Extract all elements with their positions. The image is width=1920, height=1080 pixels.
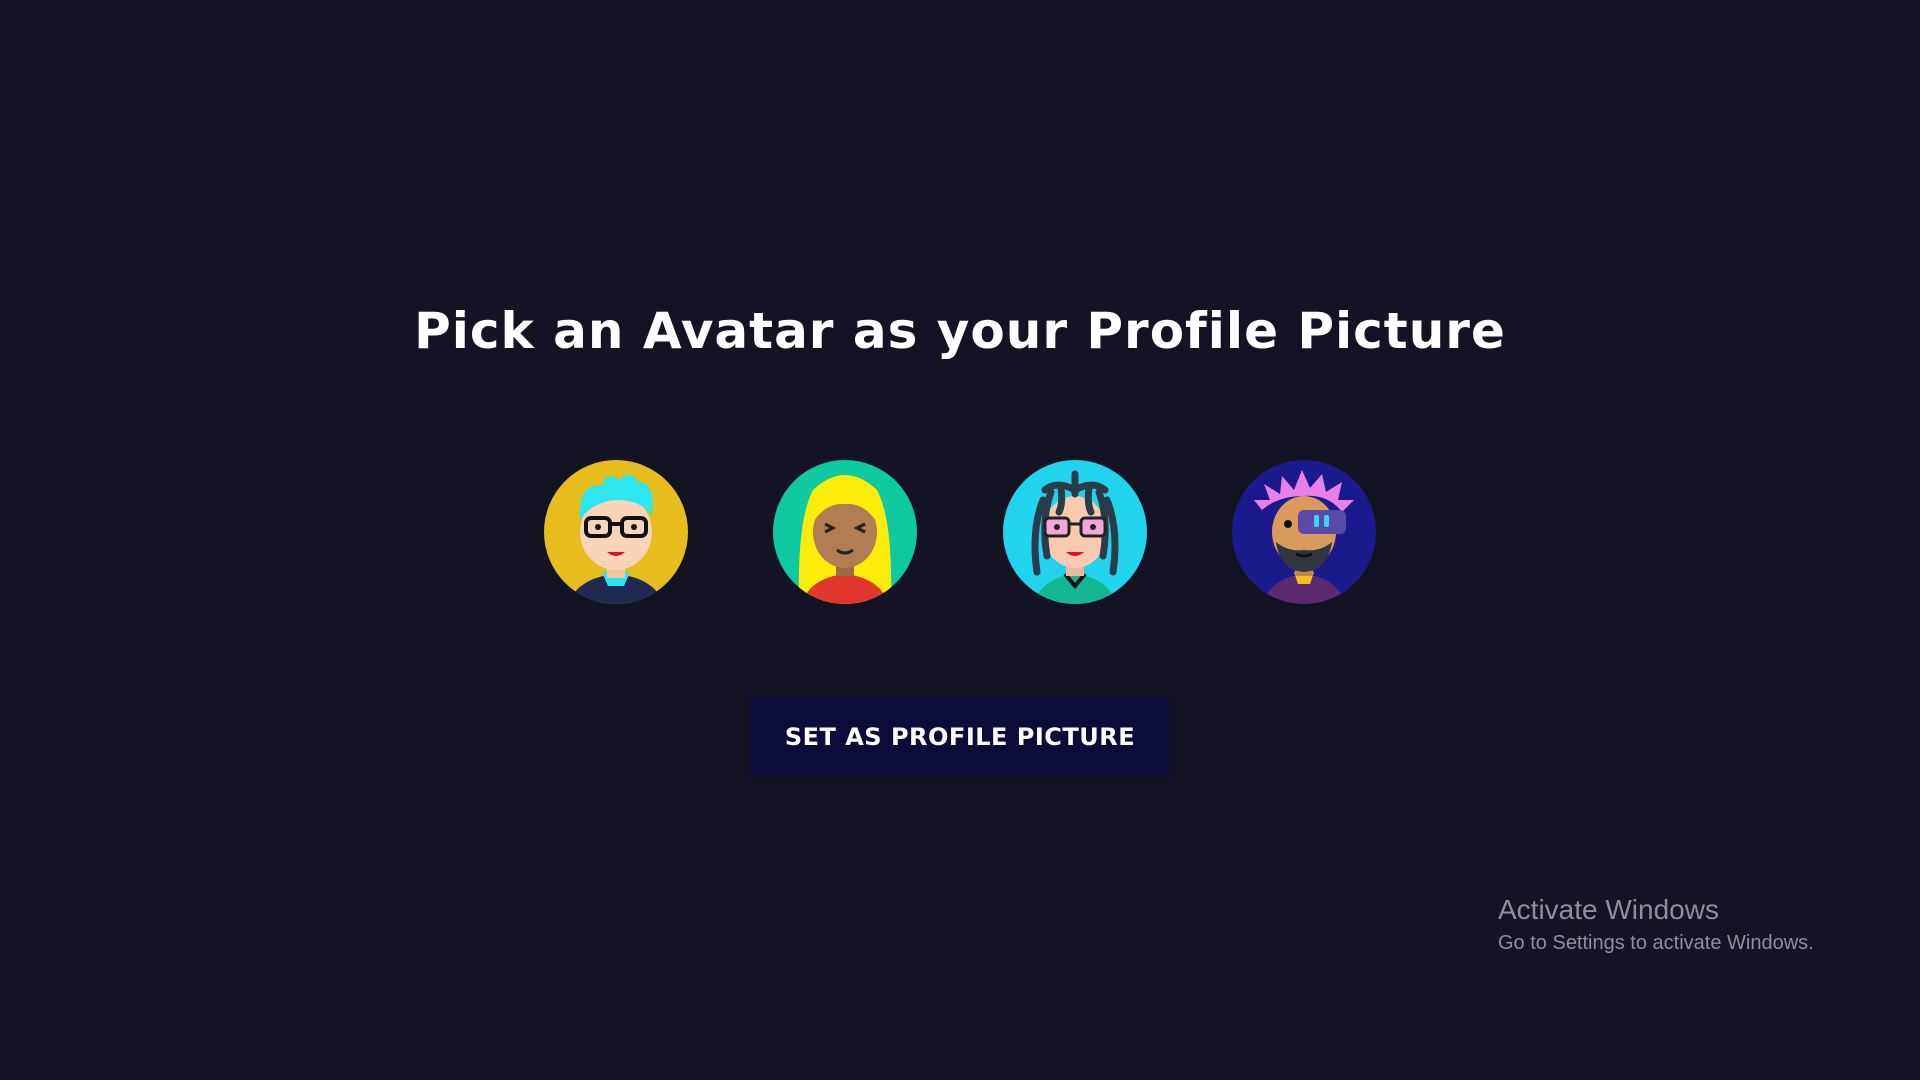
avatar-4-image — [1232, 460, 1376, 604]
windows-activation-watermark: Activate Windows Go to Settings to activ… — [1498, 894, 1814, 955]
watermark-title: Activate Windows — [1498, 894, 1719, 925]
avatar-2-image — [773, 460, 917, 604]
avatar-3-image — [1003, 460, 1147, 604]
avatar-option-2[interactable] — [773, 460, 917, 604]
avatar-option-4[interactable] — [1232, 460, 1376, 604]
avatar-option-3[interactable] — [1003, 460, 1147, 604]
watermark-subtitle: Go to Settings to activate Windows. — [1498, 932, 1814, 954]
avatar-list — [0, 460, 1920, 606]
page-title: Pick an Avatar as your Profile Picture — [414, 302, 1506, 360]
avatar-option-1[interactable] — [544, 460, 688, 604]
avatar-picker-page: Pick an Avatar as your Profile Picture S… — [0, 0, 1920, 1080]
avatar-1-image — [544, 460, 688, 604]
set-profile-picture-button[interactable]: SET AS PROFILE PICTURE — [751, 696, 1169, 777]
